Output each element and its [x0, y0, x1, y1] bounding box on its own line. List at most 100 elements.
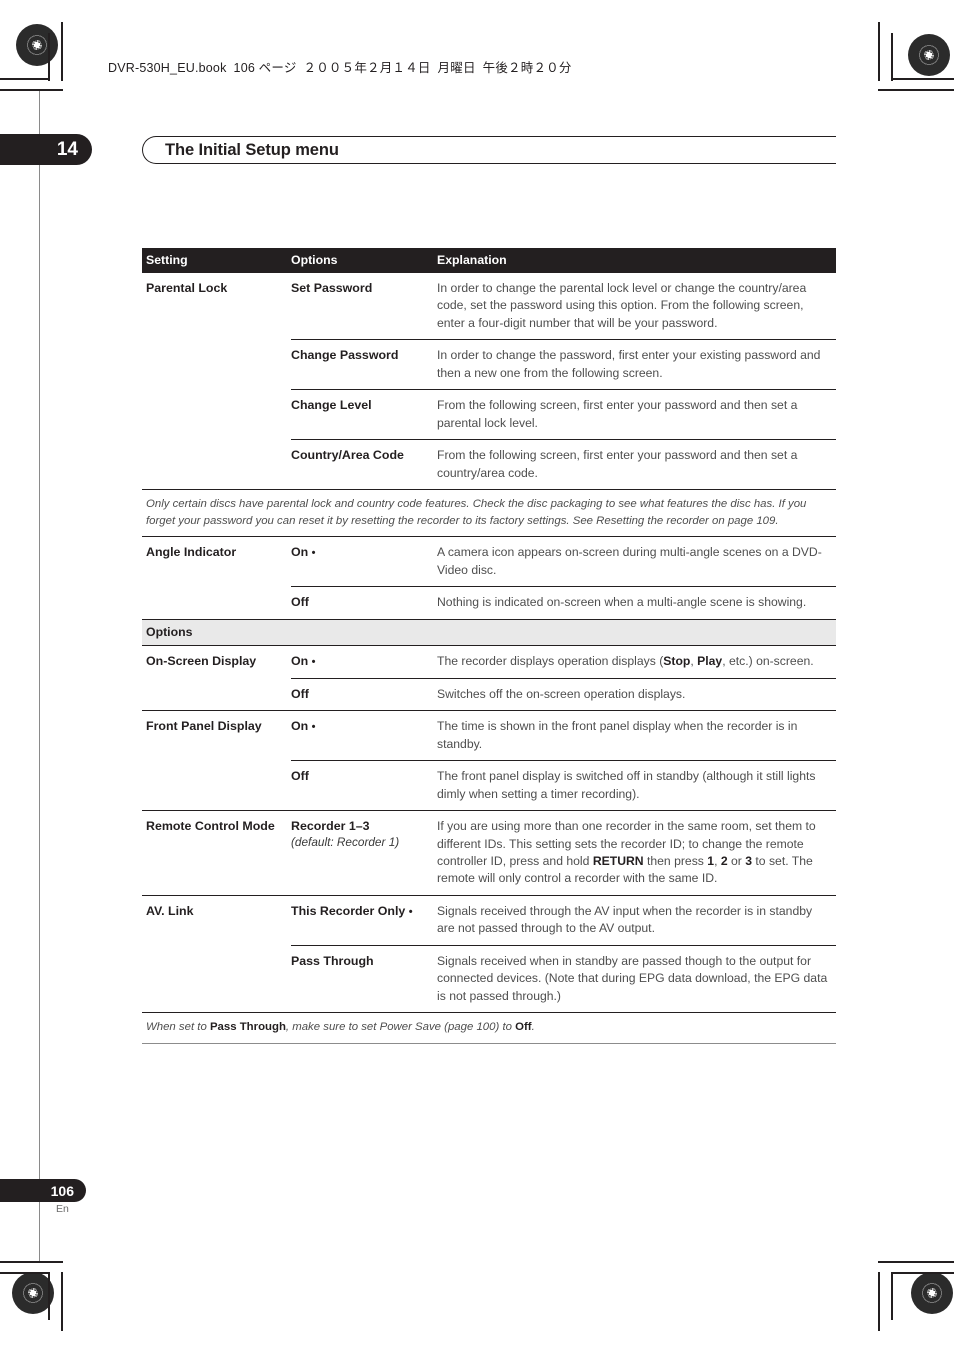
row-option-label: Off	[291, 768, 437, 803]
crop-mark-tl-h2	[0, 89, 63, 91]
row-option-label: Off	[291, 686, 437, 703]
row-setting-label	[142, 953, 291, 1005]
row-setting-label	[142, 768, 291, 803]
crop-mark-tl-v2	[61, 22, 63, 81]
row-setting-label: Front Panel Display	[146, 719, 262, 734]
chapter-number-badge: 14	[0, 134, 92, 165]
option-text: Off	[291, 769, 309, 784]
section-band-options: Options	[142, 619, 836, 645]
table-row: Parental Lock Set Password In order to c…	[142, 273, 836, 339]
row-setting-label: Parental Lock	[146, 281, 228, 295]
row-option-label: Recorder 1–3 (default: Recorder 1)	[291, 818, 437, 888]
table-row: Country/Area Code From the following scr…	[142, 440, 836, 489]
crop-mark-br-h2	[878, 1261, 954, 1263]
registration-crosshair-mid-right	[897, 655, 943, 701]
row-option-label: Change Password	[291, 348, 399, 363]
table-bottom-rule	[142, 1042, 836, 1044]
row-setting-label	[142, 397, 291, 432]
registration-starburst-top-right	[908, 34, 950, 76]
row-explanation: From the following screen, first enter y…	[437, 398, 798, 430]
option-text: This Recorder Only	[291, 903, 406, 918]
table-header-options: Options	[291, 253, 338, 267]
row-explanation: A camera icon appears on-screen during m…	[437, 545, 822, 577]
row-option-label: On •	[291, 718, 437, 753]
table-row: AV. Link This Recorder Only • Signals re…	[142, 896, 836, 945]
row-setting-label	[142, 347, 291, 382]
row-explanation: Signals received when in standby are pas…	[437, 953, 828, 1003]
option-text: On	[291, 719, 309, 734]
row-setting-label: Remote Control Mode	[146, 819, 275, 834]
row-explanation: The front panel display is switched off …	[437, 769, 816, 801]
angle-indicator-group: Angle Indicator On • A camera icon appea…	[142, 537, 836, 618]
options-group: On-Screen Display On • The recorder disp…	[142, 646, 836, 1012]
crop-mark-tr-v1	[891, 33, 893, 81]
table-row: Off Switches off the on-screen operation…	[142, 679, 836, 710]
book-header: DVR-530H_EU.book 106 ページ ２００５年２月１４日 月曜日 午後２時…	[108, 57, 572, 76]
row-explanation: The recorder displays operation displays…	[437, 654, 814, 669]
registration-crosshair-top-right-2	[897, 86, 943, 132]
table-row: Off The front panel display is switched …	[142, 761, 836, 810]
row-setting-label: On-Screen Display	[146, 654, 257, 669]
book-weekday: 月曜日	[437, 61, 476, 75]
table-header-row: Setting Options Explanation	[142, 248, 836, 273]
option-default-note: (default: Recorder 1)	[291, 834, 400, 849]
crop-mark-bl-v2	[61, 1272, 63, 1331]
page-number: 106	[50, 1182, 74, 1199]
row-option-label: Set Password	[291, 281, 373, 295]
row-setting-label	[142, 686, 291, 703]
crop-mark-bl-h2	[0, 1261, 63, 1263]
default-bullet-icon: •	[311, 547, 316, 560]
row-option-label: On •	[291, 653, 437, 670]
row-explanation: Switches off the on-screen operation dis…	[437, 686, 686, 701]
table-row: Change Password In order to change the p…	[142, 340, 836, 389]
row-explanation: In order to change the parental lock lev…	[437, 281, 807, 330]
row-setting-label	[142, 447, 291, 482]
table-row: Angle Indicator On • A camera icon appea…	[142, 537, 836, 586]
book-filename: DVR-530H_EU.book	[108, 61, 227, 75]
registration-starburst-top-left	[16, 24, 58, 66]
row-option-label: Country/Area Code	[291, 448, 404, 463]
crop-mark-bl-v1	[48, 1272, 50, 1320]
row-option-label: Off	[291, 594, 437, 611]
table-header-explanation: Explanation	[437, 253, 507, 267]
crop-mark-br-v2	[878, 1272, 880, 1331]
default-bullet-icon: •	[311, 721, 316, 734]
crop-mark-br-v1	[891, 1272, 893, 1320]
row-setting-label: AV. Link	[146, 903, 194, 918]
row-explanation: Signals received through the AV input wh…	[437, 903, 813, 936]
table-row: On-Screen Display On • The recorder disp…	[142, 646, 836, 677]
crop-mark-tr-v2	[878, 22, 880, 81]
crop-mark-br-h1	[893, 1272, 954, 1274]
registration-crosshair-top-left-2	[8, 85, 54, 131]
settings-table: Setting Options Explanation Parental Loc…	[142, 248, 836, 1044]
row-explanation: The time is shown in the front panel dis…	[437, 719, 798, 751]
table-row: Remote Control Mode Recorder 1–3 (defaul…	[142, 811, 836, 895]
row-explanation: If you are using more than one recorder …	[437, 819, 816, 886]
page-title: The Initial Setup menu	[165, 140, 339, 159]
row-explanation: Nothing is indicated on-screen when a mu…	[437, 595, 807, 610]
page-number-badge: 106	[0, 1179, 86, 1202]
crop-mark-bl-h1	[0, 1272, 50, 1274]
footnote-pass-through: When set to Pass Through, make sure to s…	[146, 1021, 535, 1034]
table-row: Front Panel Display On • The time is sho…	[142, 711, 836, 760]
row-setting-label: Angle Indicator	[146, 545, 237, 560]
crop-mark-tr-h1	[893, 78, 954, 80]
row-explanation: In order to change the password, first e…	[437, 348, 821, 380]
bleed-guide-left	[39, 91, 40, 1261]
crop-mark-tl-v1	[48, 33, 50, 81]
chapter-title-bar: The Initial Setup menu	[142, 136, 836, 164]
table-row: Change Level From the following screen, …	[142, 390, 836, 439]
chapter-number: 14	[56, 138, 78, 160]
table-header-setting: Setting	[146, 253, 188, 267]
registration-crosshair-top-right	[847, 38, 893, 84]
registration-crosshair-bottom-right-2	[847, 1272, 893, 1318]
default-bullet-icon: •	[408, 905, 413, 918]
option-text: Off	[291, 595, 309, 610]
registration-crosshair-mid-left	[9, 655, 55, 701]
default-bullet-icon: •	[311, 656, 316, 669]
row-setting-label	[142, 594, 291, 611]
option-text: Recorder 1–3	[291, 819, 370, 834]
crop-mark-tr-h2	[878, 89, 954, 91]
footnote-parental-lock: Only certain discs have parental lock an…	[146, 498, 807, 527]
registration-crosshair-top-left	[57, 44, 103, 90]
